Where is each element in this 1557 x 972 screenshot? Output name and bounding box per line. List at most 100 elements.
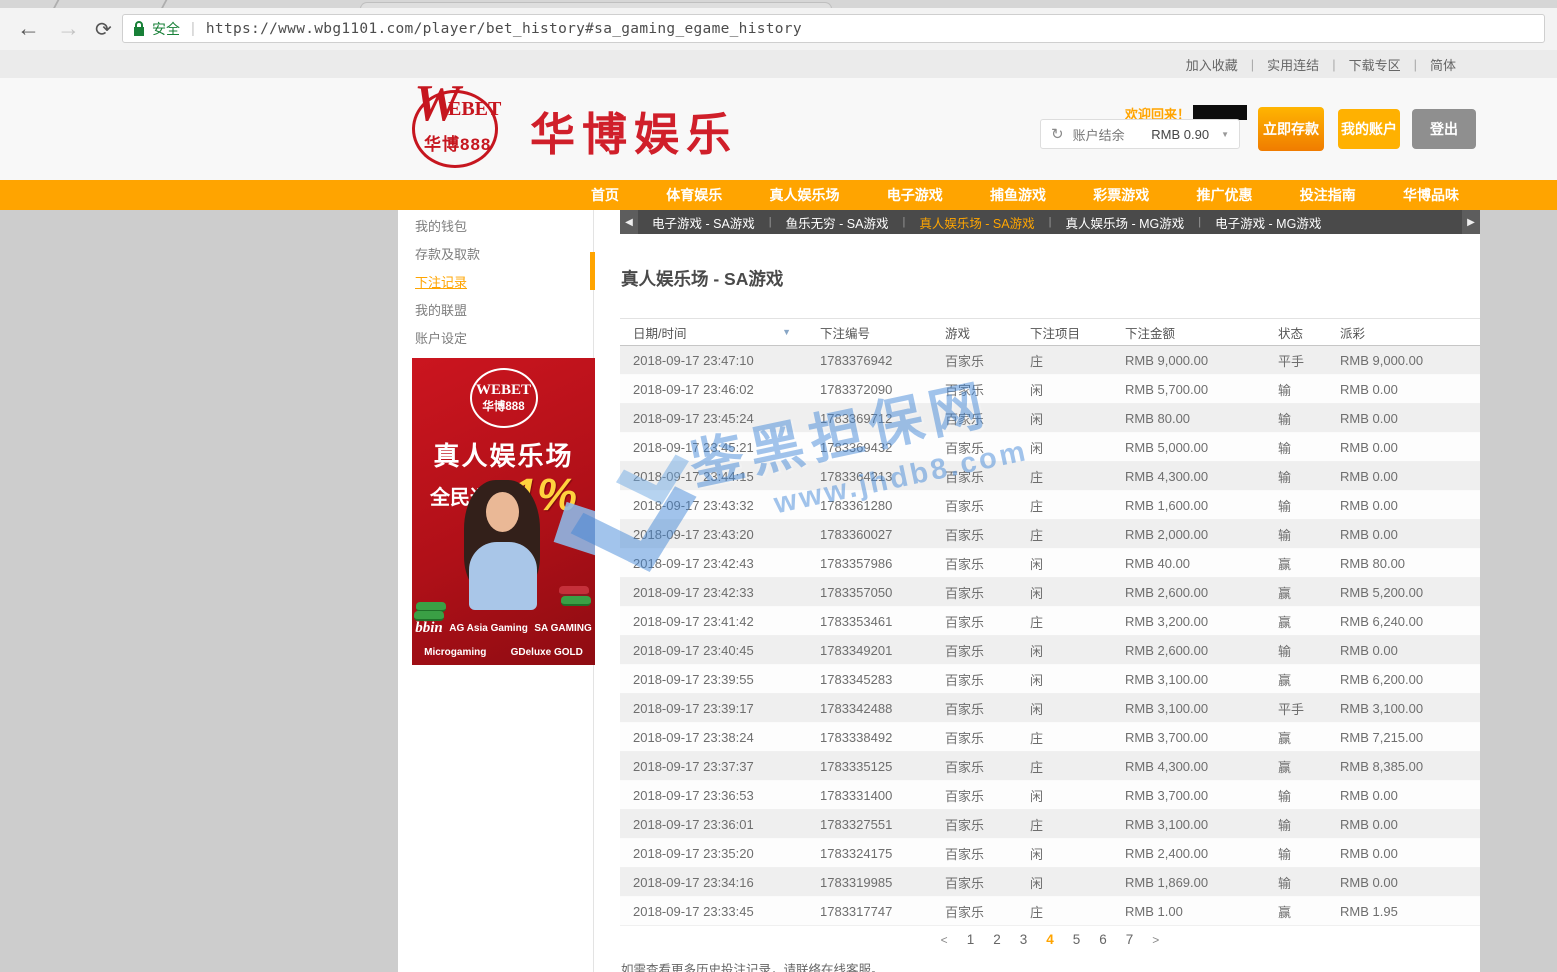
cell-payout: RMB 0.00 <box>1340 410 1398 426</box>
cell-bet-number: 1783353461 <box>820 613 893 629</box>
cell-payout: RMB 5,200.00 <box>1340 584 1424 600</box>
sidebar-item[interactable]: 存款及取款 <box>398 241 593 269</box>
page-number[interactable]: 4 <box>1046 932 1054 947</box>
cell-status: 赢 <box>1278 585 1292 601</box>
cell-status: 赢 <box>1278 556 1292 572</box>
url-text[interactable]: https://www.wbg1101.com/player/bet_histo… <box>206 21 802 37</box>
cell-bet-amount: RMB 3,100.00 <box>1125 700 1209 716</box>
page-number[interactable]: 2 <box>993 932 1001 947</box>
cell-bet-amount: RMB 40.00 <box>1125 555 1191 571</box>
cell-bet-number: 1783342488 <box>820 700 893 716</box>
cell-game: 百家乐 <box>945 875 985 891</box>
toplink-item[interactable]: 实用连结 <box>1267 55 1319 74</box>
tab-item[interactable]: 鱼乐无穷 - SA游戏 <box>786 213 889 232</box>
nav-item[interactable]: 捕鱼游戏 <box>990 185 1046 205</box>
table-row: 2018-09-17 23:47:10 1783376942 百家乐 庄 RMB 9,0… <box>620 346 1480 375</box>
tabs-scroll-right-icon[interactable]: ▶ <box>1462 210 1480 234</box>
tabs-scroll-left-icon[interactable]: ◀ <box>620 210 638 234</box>
balance-value: RMB 0.90 <box>1151 126 1210 142</box>
browser-toolbar: ← → ⟳ 安全 | https://www.wbg1101.com/playe… <box>0 8 1557 51</box>
cell-game: 百家乐 <box>945 672 985 688</box>
cell-bet-item: 庄 <box>1030 614 1044 630</box>
site-header: W EBET 华博888 华博娱乐 欢迎回来！ ↻ 账户结余 RMB 0.90 … <box>0 75 1557 180</box>
nav-item[interactable]: 真人娱乐场 <box>770 185 840 205</box>
main-nav: 首页 体育娱乐 真人娱乐场 电子游戏 捕鱼游戏 彩票游戏 推广优惠 投注指南 华博品味 <box>0 180 1557 210</box>
tab-item[interactable]: 电子游戏 - SA游戏 <box>652 213 755 232</box>
logo-webet: EBET <box>448 98 502 120</box>
cell-game: 百家乐 <box>945 411 985 427</box>
cell-date: 2018-09-17 23:38:24 <box>633 729 754 745</box>
toplink-item[interactable]: 加入收藏 <box>1186 55 1238 74</box>
next-page-button[interactable]: > <box>1152 933 1159 947</box>
nav-item[interactable]: 首页 <box>591 185 619 205</box>
refresh-icon[interactable]: ↻ <box>1051 125 1064 143</box>
toplink-item[interactable]: 下载专区 <box>1349 55 1401 74</box>
back-icon[interactable]: ← <box>17 15 40 41</box>
forward-icon[interactable]: → <box>57 15 80 41</box>
logout-button[interactable]: 登出 <box>1412 109 1476 149</box>
sort-desc-icon[interactable]: ▼ <box>782 327 791 337</box>
page-number[interactable]: 7 <box>1126 932 1134 947</box>
tab-item[interactable]: 真人娱乐场 - MG游戏 <box>1065 213 1184 232</box>
column-header[interactable]: 日期/时间 ▼ <box>620 323 807 342</box>
cell-payout: RMB 7,215.00 <box>1340 729 1424 745</box>
cell-status: 赢 <box>1278 904 1292 920</box>
reload-icon[interactable]: ⟳ <box>95 17 112 43</box>
logo-888: 华博888 <box>424 135 492 154</box>
page-number[interactable]: 1 <box>967 932 975 947</box>
separator: | <box>1048 216 1052 228</box>
cell-date: 2018-09-17 23:45:24 <box>633 410 754 426</box>
cell-status: 赢 <box>1278 730 1292 746</box>
cell-date: 2018-09-17 23:39:17 <box>633 700 754 716</box>
toplink-item[interactable]: 简体 <box>1430 55 1456 74</box>
page-number[interactable]: 3 <box>1020 932 1028 947</box>
separator: | <box>1250 56 1255 72</box>
sidebar-item[interactable]: 我的联盟 <box>398 297 593 325</box>
separator: | <box>768 216 772 228</box>
nav-item[interactable]: 投注指南 <box>1300 185 1356 205</box>
chevron-down-icon[interactable]: ▼ <box>1221 130 1229 139</box>
page-number[interactable]: 6 <box>1099 932 1107 947</box>
cell-date: 2018-09-17 23:44:15 <box>633 468 754 484</box>
cell-bet-item: 闲 <box>1030 875 1044 891</box>
sidebar-item[interactable]: 下注记录 <box>398 269 593 297</box>
sidebar-item[interactable]: 我的钱包 <box>398 213 593 241</box>
cell-date: 2018-09-17 23:35:20 <box>633 845 754 861</box>
site-logo[interactable]: W EBET 华博888 华博娱乐 <box>408 75 748 176</box>
provider-logo: bbin <box>415 620 443 636</box>
promo-banner[interactable]: WEBET 华博888 真人娱乐场 全民返点 1% bbinAG Asia Ga… <box>412 358 595 665</box>
cell-game: 百家乐 <box>945 382 985 398</box>
cell-bet-amount: RMB 3,100.00 <box>1125 671 1209 687</box>
secure-lock-icon <box>134 21 144 36</box>
tab-item[interactable]: 电子游戏 - MG游戏 <box>1215 213 1321 232</box>
table-row: 2018-09-17 23:36:53 1783331400 百家乐 闲 RMB 3,7… <box>620 781 1480 810</box>
cell-payout: RMB 0.00 <box>1340 642 1398 658</box>
my-account-button[interactable]: 我的账户 <box>1338 109 1400 149</box>
nav-item[interactable]: 推广优惠 <box>1197 185 1253 205</box>
nav-item[interactable]: 电子游戏 <box>887 185 943 205</box>
cell-bet-amount: RMB 5,700.00 <box>1125 381 1209 397</box>
sidebar-item[interactable]: 账户设定 <box>398 325 593 353</box>
cell-date: 2018-09-17 23:36:01 <box>633 816 754 832</box>
page-number[interactable]: 5 <box>1073 932 1081 947</box>
column-header: 下注编号 <box>807 323 932 342</box>
cell-game: 百家乐 <box>945 353 985 369</box>
address-bar[interactable]: 安全 | https://www.wbg1101.com/player/bet_… <box>122 14 1545 43</box>
provider-logo: SA GAMING <box>534 623 592 634</box>
cell-payout: RMB 6,200.00 <box>1340 671 1424 687</box>
nav-item[interactable]: 彩票游戏 <box>1093 185 1149 205</box>
cell-status: 输 <box>1278 440 1292 456</box>
cell-bet-amount: RMB 4,300.00 <box>1125 758 1209 774</box>
nav-item[interactable]: 体育娱乐 <box>666 185 722 205</box>
table-header-row: 日期/时间 ▼ 下注编号 游戏 下注项目 下注金额 状态 派彩 <box>620 318 1480 346</box>
prev-page-button[interactable]: < <box>941 933 948 947</box>
sidebar-menu: 我的钱包 存款及取款 下注记录 我的联盟 账户设定 <box>398 210 593 353</box>
cell-payout: RMB 0.00 <box>1340 439 1398 455</box>
cell-bet-item: 闲 <box>1030 672 1044 688</box>
table-row: 2018-09-17 23:42:33 1783357050 百家乐 闲 RMB 2,6… <box>620 578 1480 607</box>
tab-item[interactable]: 真人娱乐场 - SA游戏 <box>919 213 1034 232</box>
nav-item[interactable]: 华博品味 <box>1403 185 1459 205</box>
deposit-button[interactable]: 立即存款 <box>1258 107 1324 151</box>
cell-bet-number: 1783327551 <box>820 816 893 832</box>
balance-widget[interactable]: ↻ 账户结余 RMB 0.90 ▼ <box>1040 119 1240 149</box>
